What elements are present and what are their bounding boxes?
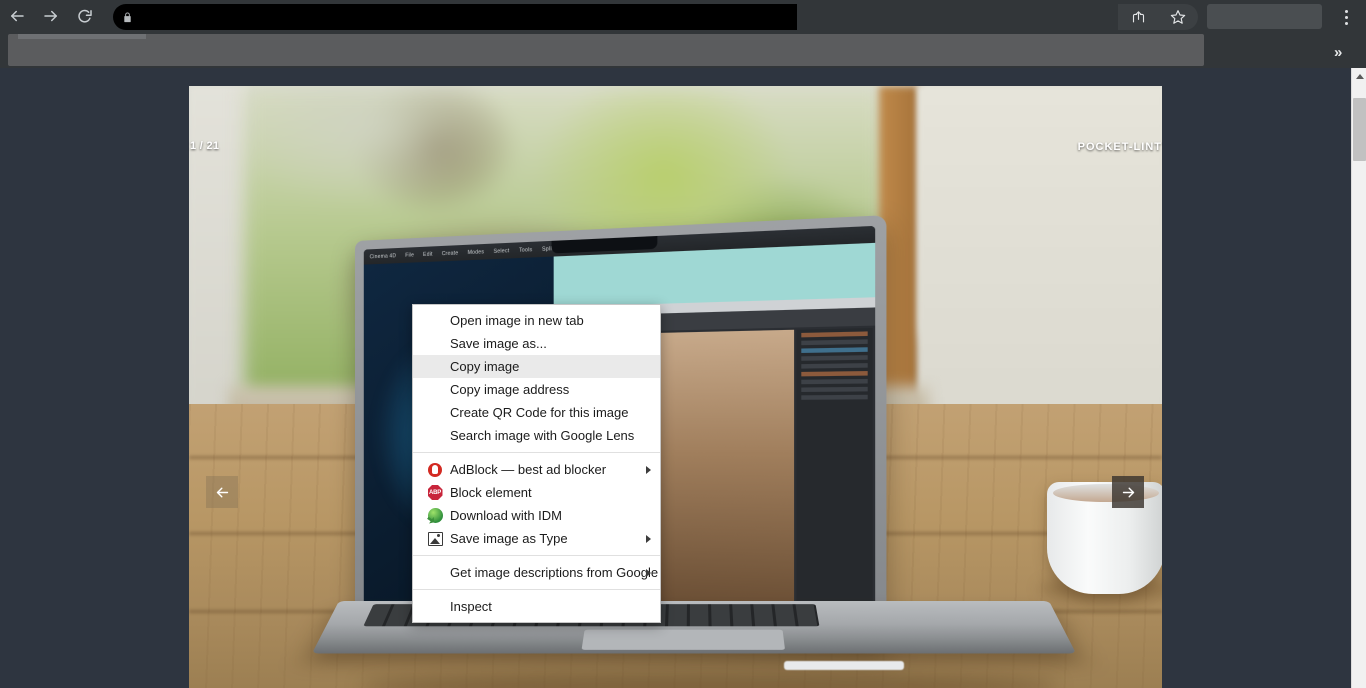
forward-arrow-icon xyxy=(44,10,57,22)
photo-laptop-trackpad xyxy=(581,629,786,650)
bookmark-star-icon[interactable] xyxy=(1165,4,1191,30)
context-menu-item-label: Inspect xyxy=(450,599,492,614)
page-scrollbar[interactable] xyxy=(1351,68,1366,688)
bookmarks-bar xyxy=(0,32,1366,68)
context-menu-separator xyxy=(413,555,660,556)
bookmarks-overflow-button[interactable]: » xyxy=(1334,44,1342,61)
page-viewport: Cinema 4D File Edit Create Modes Select … xyxy=(0,68,1351,688)
gallery-photo[interactable]: Cinema 4D File Edit Create Modes Select … xyxy=(189,86,1162,688)
context-menu-item-label: Search image with Google Lens xyxy=(450,428,635,443)
reload-icon xyxy=(78,9,92,23)
context-menu-separator xyxy=(413,452,660,453)
context-menu-item-label: Copy image xyxy=(450,359,520,374)
navigation-buttons xyxy=(0,0,102,32)
context-menu-item-inspect[interactable]: Inspect xyxy=(413,595,660,618)
c4d-menu-item: Tools xyxy=(518,246,533,254)
context-menu-item-search-with-google-lens[interactable]: Search image with Google Lens xyxy=(413,424,660,447)
submenu-arrow-icon xyxy=(646,465,651,474)
c4d-menu-item: File xyxy=(405,251,415,259)
context-menu-item-save-image-as-type[interactable]: Save image as Type xyxy=(413,527,660,550)
bookmarks-bar-panel[interactable] xyxy=(8,34,1204,66)
gallery-counter: 1 / 21 xyxy=(190,140,220,152)
chrome-menu-button[interactable] xyxy=(1336,6,1356,28)
context-menu-item-create-qr-code[interactable]: Create QR Code for this image xyxy=(413,401,660,424)
back-button[interactable] xyxy=(0,0,34,32)
bookmarks-bar-strip xyxy=(18,34,146,39)
photo-wall-right xyxy=(917,86,1162,416)
c4d-menu-item: Cinema 4D xyxy=(369,252,397,260)
photo-coffee-mug xyxy=(1047,482,1162,594)
arrow-left-icon xyxy=(216,487,228,497)
reload-button[interactable] xyxy=(68,0,102,32)
context-menu-item-download-with-idm[interactable]: Download with IDM xyxy=(413,504,660,527)
context-menu-item-label: Block element xyxy=(450,485,532,500)
lock-icon xyxy=(113,11,141,24)
c4d-menu-item: Select xyxy=(493,247,510,255)
context-menu-item-get-image-descriptions[interactable]: Get image descriptions from Google xyxy=(413,561,660,584)
gallery-prev-button[interactable] xyxy=(206,476,238,508)
scrollbar-thumb[interactable] xyxy=(1353,98,1366,161)
abp-badge: ABP xyxy=(427,485,443,500)
context-menu-item-copy-image[interactable]: Copy image xyxy=(413,355,660,378)
kebab-dot xyxy=(1344,21,1348,25)
address-bar[interactable] xyxy=(113,4,797,30)
context-menu-item-label: Open image in new tab xyxy=(450,313,584,328)
browser-toolbar xyxy=(0,0,1366,32)
gallery-watermark: POCKET-LINT xyxy=(1077,141,1162,153)
context-menu-item-label: Get image descriptions from Google xyxy=(450,565,659,580)
back-arrow-icon xyxy=(11,10,24,22)
photo-laptop-front-edge xyxy=(784,661,904,670)
gallery-next-button[interactable] xyxy=(1112,476,1144,508)
adblock-plus-icon: ABP xyxy=(427,485,443,501)
kebab-dot xyxy=(1344,15,1348,19)
context-menu-item-block-element[interactable]: ABP Block element xyxy=(413,481,660,504)
c4d-menu-item: Edit xyxy=(423,250,433,258)
idm-icon xyxy=(427,508,443,524)
omnibox-actions xyxy=(1118,4,1198,30)
submenu-arrow-icon xyxy=(646,534,651,543)
profile-chip[interactable] xyxy=(1207,4,1322,29)
context-menu-item-adblock[interactable]: AdBlock — best ad blocker xyxy=(413,458,660,481)
context-menu-item-save-image-as[interactable]: Save image as... xyxy=(413,332,660,355)
context-menu-item-label: Download with IDM xyxy=(450,508,562,523)
context-menu-item-label: AdBlock — best ad blocker xyxy=(450,462,607,477)
photo-c4d-object-manager xyxy=(796,327,873,631)
context-menu-item-open-image-in-new-tab[interactable]: Open image in new tab xyxy=(413,309,660,332)
context-menu-item-label: Save image as... xyxy=(450,336,547,351)
context-menu-item-label: Save image as Type xyxy=(450,531,568,546)
kebab-dot xyxy=(1344,9,1348,13)
image-type-icon xyxy=(427,531,443,547)
context-menu-item-label: Copy image address xyxy=(450,382,570,397)
context-menu-item-copy-image-address[interactable]: Copy image address xyxy=(413,378,660,401)
adblock-icon xyxy=(427,462,443,478)
arrow-right-icon xyxy=(1122,487,1134,497)
context-menu-item-label: Create QR Code for this image xyxy=(450,405,629,420)
scrollbar-up-arrow[interactable] xyxy=(1352,68,1366,84)
context-menu-separator xyxy=(413,589,660,590)
forward-button[interactable] xyxy=(34,0,68,32)
c4d-menu-item: Modes xyxy=(467,248,485,256)
share-icon[interactable] xyxy=(1125,4,1151,30)
c4d-menu-item: Create xyxy=(441,249,459,257)
photo-wall-left xyxy=(189,86,249,416)
submenu-arrow-icon xyxy=(646,568,651,577)
image-context-menu[interactable]: Open image in new tab Save image as... C… xyxy=(412,304,661,623)
